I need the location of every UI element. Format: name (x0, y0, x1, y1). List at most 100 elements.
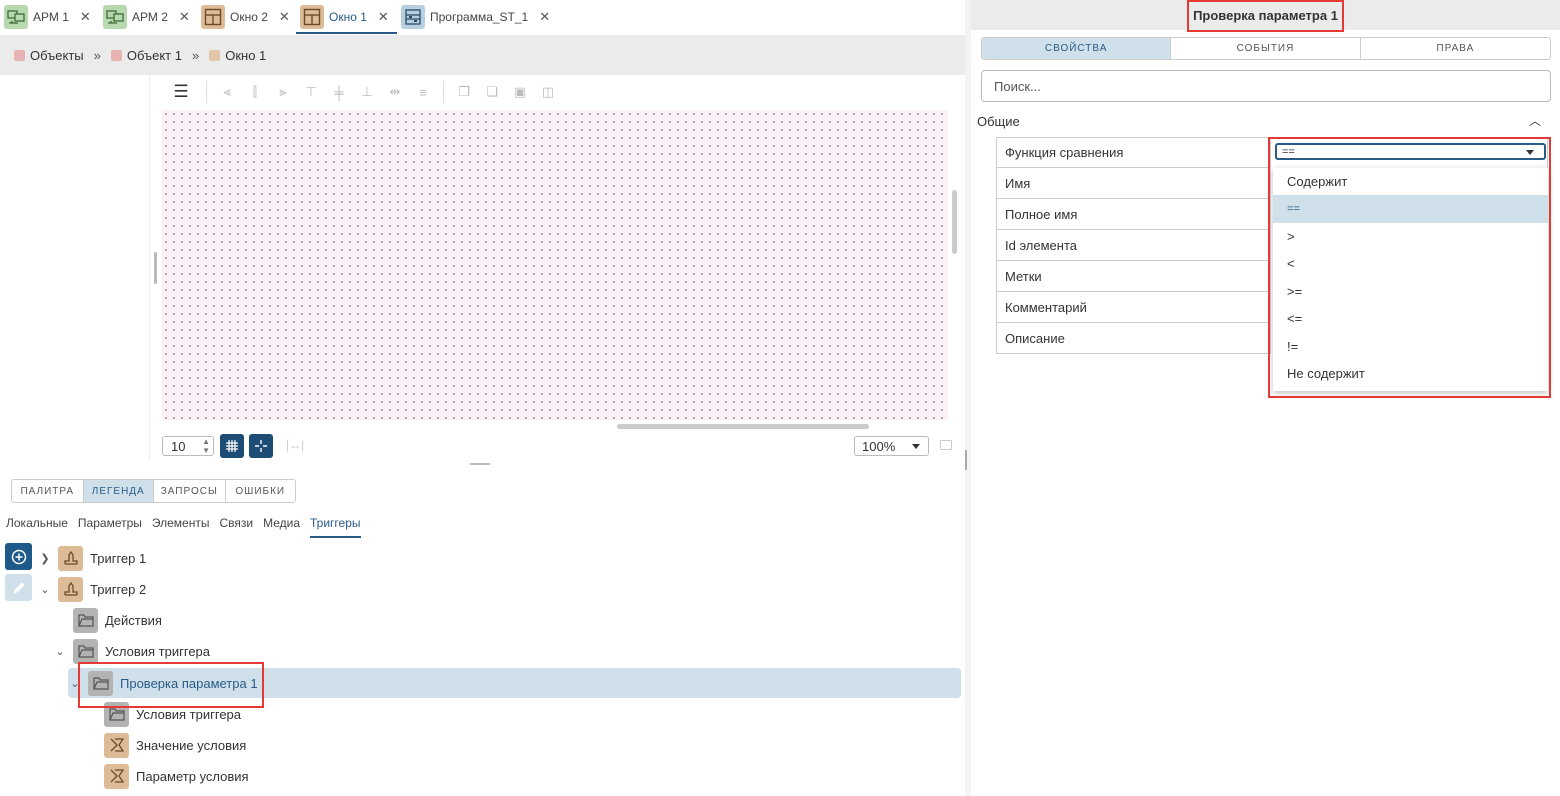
close-icon[interactable]: ✕ (539, 9, 550, 25)
document-tabs: АРМ 1 ✕ АРМ 2 ✕ Окно 2 ✕ Окно 1 ✕ Програ… (0, 0, 965, 35)
tree-item-parameter-check-1[interactable]: ⌄ Проверка параметра 1 (68, 668, 961, 698)
chevron-up-icon[interactable]: ︿ (1529, 112, 1541, 129)
folder-icon (88, 670, 113, 696)
tab-rights[interactable]: ПРАВА (1361, 38, 1550, 59)
subtab-local[interactable]: Локальные (6, 516, 68, 538)
close-icon[interactable]: ✕ (179, 9, 190, 25)
chevron-down-icon[interactable]: ⌄ (38, 583, 52, 596)
tree-item-condition-parameter[interactable]: Параметр условия (104, 761, 249, 791)
subtab-elements[interactable]: Элементы (152, 516, 210, 538)
tree-item-trigger-2[interactable]: ⌄ Триггер 2 (38, 574, 146, 604)
vertical-resize-handle[interactable] (965, 450, 967, 470)
align-right-icon[interactable]: ⫸ (269, 78, 297, 106)
edit-button[interactable] (5, 574, 32, 601)
tab-legend[interactable]: ЛЕГЕНДА (83, 480, 154, 502)
tab-window-1[interactable]: Окно 1 ✕ (296, 0, 397, 34)
option-less[interactable]: < (1273, 250, 1548, 277)
horizontal-scrollbar[interactable] (617, 424, 869, 429)
tab-arm-2[interactable]: АРМ 2 ✕ (99, 0, 197, 34)
close-icon[interactable]: ✕ (279, 9, 290, 25)
window-color-icon (209, 49, 221, 61)
tab-label: Окно 1 (329, 10, 367, 24)
zoom-select[interactable]: 100% (854, 436, 929, 456)
close-icon[interactable]: ✕ (378, 9, 389, 25)
close-icon[interactable]: ✕ (80, 9, 91, 25)
resize-handle[interactable] (154, 252, 157, 284)
snap-toggle-button[interactable] (249, 434, 273, 458)
align-middle-icon[interactable]: ╪ (325, 78, 353, 106)
tree-item-condition-value[interactable]: Значение условия (104, 730, 246, 760)
chevron-down-icon (1526, 150, 1534, 155)
vertical-scrollbar[interactable] (952, 190, 957, 254)
menu-icon[interactable]: ☰ (162, 76, 200, 108)
canvas-footer: 10 ▲ ▼ |↔| 100% (162, 432, 962, 460)
crosshair-icon (255, 440, 267, 452)
tab-queries[interactable]: ЗАПРОСЫ (154, 480, 226, 502)
group-icon[interactable]: ❐ (450, 78, 478, 106)
comparison-function-select[interactable]: == (1275, 143, 1546, 160)
pencil-icon (12, 581, 25, 594)
breadcrumb: Объекты » Объект 1 » Окно 1 (0, 35, 965, 75)
folder-icon (73, 638, 98, 664)
add-button[interactable] (5, 543, 32, 570)
subtab-parameters[interactable]: Параметры (78, 516, 142, 538)
search-input[interactable]: Поиск... (981, 70, 1551, 102)
tree-item-actions[interactable]: Действия (73, 605, 162, 635)
chevron-down-icon[interactable]: ⌄ (68, 677, 82, 690)
breadcrumb-item-window-1[interactable]: Окно 1 (209, 48, 266, 63)
align-bottom-icon[interactable]: ⊥ (353, 78, 381, 106)
option-greater-equal[interactable]: >= (1273, 278, 1548, 305)
object-color-icon (14, 49, 25, 61)
distribute-horizontal-icon[interactable]: ⇹ (381, 78, 409, 106)
plus-circle-icon (11, 549, 26, 564)
tab-window-2[interactable]: Окно 2 ✕ (197, 0, 296, 34)
ungroup-icon[interactable]: ❏ (478, 78, 506, 106)
bottom-panel-tabs: ПАЛИТРА ЛЕГЕНДА ЗАПРОСЫ ОШИБКИ (11, 479, 296, 503)
panel-resize-handle[interactable] (470, 463, 490, 465)
panel-divider (965, 0, 971, 796)
option-greater[interactable]: > (1273, 223, 1548, 250)
tab-arm-1[interactable]: АРМ 1 ✕ (0, 0, 99, 34)
tab-properties[interactable]: СВОЙСТВА (982, 38, 1172, 59)
option-equals[interactable]: == (1273, 195, 1548, 223)
align-top-icon[interactable]: ⊤ (297, 78, 325, 106)
fit-width-icon[interactable]: |↔| (286, 438, 304, 452)
send-back-icon[interactable]: ◫ (534, 78, 562, 106)
align-left-icon[interactable]: ⫷ (213, 78, 241, 106)
breadcrumb-item-objects[interactable]: Объекты (14, 48, 84, 63)
option-not-contains[interactable]: Не содержит (1273, 360, 1548, 387)
breadcrumb-item-object-1[interactable]: Объект 1 (110, 48, 182, 63)
chevron-down-icon[interactable]: ⌄ (53, 645, 67, 658)
subtab-links[interactable]: Связи (219, 516, 253, 538)
chevron-right-icon[interactable]: ❯ (38, 552, 52, 565)
grid-size-input[interactable]: 10 ▲ ▼ (162, 436, 214, 456)
legend-subtabs: Локальные Параметры Элементы Связи Медиа… (6, 516, 361, 538)
toolbar-divider (443, 81, 444, 103)
trigger-icon (58, 545, 83, 571)
tree-item-trigger-conditions-nested[interactable]: Условия триггера (104, 699, 241, 729)
properties-header: Проверка параметра 1 (971, 0, 1560, 30)
tab-program-st-1[interactable]: Программа_ST_1 ✕ (397, 0, 557, 34)
trigger-icon (58, 576, 83, 602)
option-contains[interactable]: Содержит (1273, 168, 1548, 195)
tab-events[interactable]: СОБЫТИЯ (1171, 38, 1361, 59)
section-general[interactable]: Общие ︿ (977, 112, 1547, 130)
tree-item-trigger-conditions[interactable]: ⌄ Условия триггера (53, 636, 210, 666)
subtab-media[interactable]: Медиа (263, 516, 300, 538)
bring-front-icon[interactable]: ▣ (506, 78, 534, 106)
distribute-vertical-icon[interactable]: ≡ (409, 78, 437, 106)
tab-errors[interactable]: ОШИБКИ (226, 480, 296, 502)
align-center-icon[interactable]: ⫿ (241, 78, 269, 106)
tree-item-trigger-1[interactable]: ❯ Триггер 1 (38, 543, 146, 573)
option-not-equal[interactable]: != (1273, 332, 1548, 359)
tab-palette[interactable]: ПАЛИТРА (12, 480, 84, 502)
object-color-icon (110, 49, 122, 61)
option-less-equal[interactable]: <= (1273, 305, 1548, 332)
grid-toggle-button[interactable] (220, 434, 244, 458)
spinner-icon[interactable]: ▲ ▼ (202, 437, 210, 455)
folder-icon (73, 607, 98, 633)
properties-table: Функция сравнения Имя Полное имя Id элем… (996, 137, 1271, 354)
design-canvas[interactable] (162, 110, 948, 420)
minimap-icon[interactable] (940, 440, 952, 450)
subtab-triggers[interactable]: Триггеры (310, 516, 361, 538)
